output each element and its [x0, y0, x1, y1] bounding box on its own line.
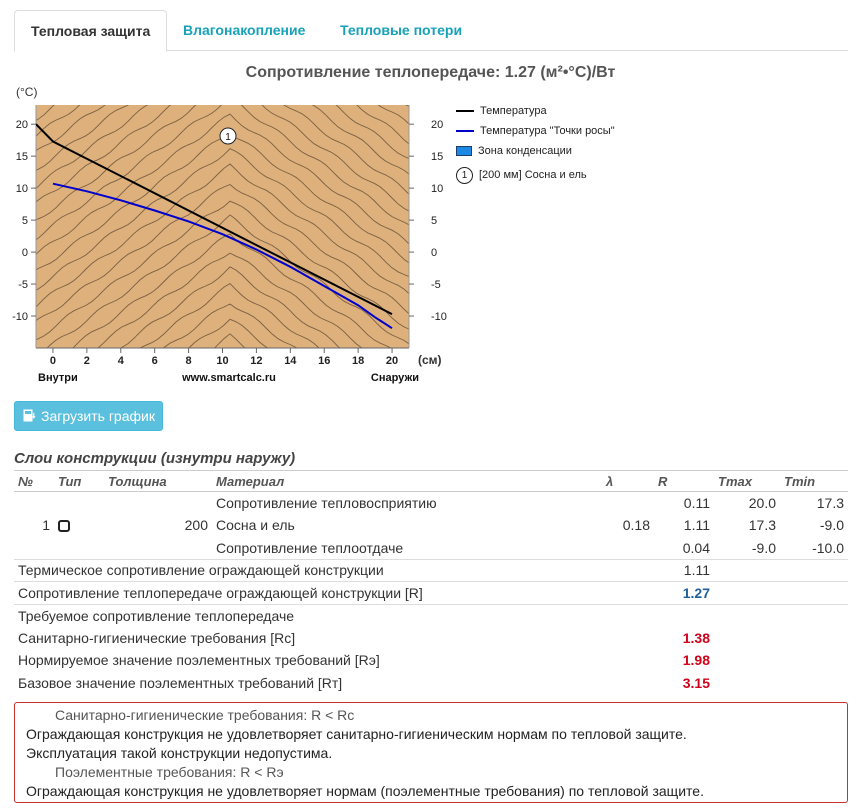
- alert-sanitary-condition: Санитарно-гигиенические требования: R < …: [55, 707, 355, 723]
- y-tick-label: 5: [22, 215, 28, 227]
- x-tick-label: 12: [250, 355, 262, 367]
- layer-number: 1: [42, 517, 50, 534]
- x-tick-label: 20: [386, 355, 398, 367]
- y-axis-unit: (°С): [16, 85, 37, 99]
- tab-bar: Тепловая защита Влагонакопление Тепловые…: [14, 10, 848, 52]
- chart-legend: Температура Температура "Точки росы" Зон…: [456, 101, 615, 185]
- y-tick-label-right: 10: [431, 183, 443, 195]
- x-tick-label: 4: [118, 355, 125, 367]
- y-tick-label: 0: [22, 247, 28, 259]
- material-cell: Сопротивление теплоотдаче: [216, 539, 404, 556]
- col-thickness: Толщина: [104, 470, 212, 492]
- x-tick-label: 10: [216, 355, 228, 367]
- col-type: Тип: [54, 470, 104, 492]
- tab-thermal-protection[interactable]: Тепловая защита: [14, 10, 168, 52]
- summary-row: Санитарно-гигиенические требования [Rc] …: [14, 627, 848, 650]
- layer-thickness: 200: [184, 517, 208, 534]
- legend-layer: 1 [200 мм] Сосна и ель: [456, 165, 615, 185]
- y-tick-label-right: 0: [431, 247, 437, 259]
- table-row: 1 200 Сосна и ель 0.18 1.11 17.3 -9.0: [14, 514, 848, 537]
- legend-condensation-zone: Зона конденсации: [456, 141, 615, 161]
- x-tick-label: 14: [284, 355, 297, 367]
- re-value: 1.98: [682, 652, 710, 669]
- x-tick-label: 16: [318, 355, 330, 367]
- y-tick-label: 10: [16, 183, 28, 195]
- y-tick-label-right: 15: [431, 151, 443, 163]
- col-tmax: Tmax: [714, 470, 780, 492]
- resistance-value: 1.27: [682, 584, 710, 601]
- summary-row: Базовое значение поэлементных требований…: [14, 672, 848, 695]
- material-cell: Сопротивление тепловосприятию: [216, 495, 437, 511]
- layers-table: № Тип Толщина Материал λ R Tmax Tmin Соп…: [14, 470, 848, 694]
- legend-temperature: Температура: [456, 101, 615, 121]
- y-tick-label: -5: [18, 279, 28, 291]
- table-row: Сопротивление теплоотдаче 0.04 -9.0 -10.…: [14, 537, 848, 560]
- legend-label: [200 мм] Сосна и ель: [479, 169, 587, 181]
- x-tick-label: 0: [50, 355, 56, 367]
- x-tick-label: 8: [186, 355, 192, 367]
- x-tick-label: 18: [352, 355, 364, 367]
- legend-label: Температура: [480, 105, 547, 117]
- y-tick-label-right: 5: [431, 215, 437, 227]
- legend-dew-point: Температура "Точки росы": [456, 121, 615, 141]
- summary-row: Нормируемое значение поэлементных требов…: [14, 649, 848, 672]
- x-axis-unit: (см): [418, 353, 442, 367]
- col-r: R: [654, 470, 714, 492]
- material-cell: Сосна и ель: [216, 517, 295, 534]
- layer-lambda: 0.18: [622, 517, 650, 534]
- download-chart-button[interactable]: Загрузить график: [14, 401, 163, 431]
- alert-element-condition: Поэлементные требования: R < Rэ: [55, 764, 284, 780]
- y-tick-label-right: -10: [431, 311, 447, 323]
- blue-box-swatch: [456, 146, 472, 156]
- layer-number-icon: 1: [456, 166, 473, 184]
- outside-label: Снаружи: [371, 372, 419, 384]
- alert-usage-message: Эксплуатация такой конструкции недопусти…: [26, 745, 333, 761]
- wood-grain-line: [26, 80, 416, 94]
- y-tick-label-right: -5: [431, 279, 441, 291]
- wood-grain-line: [26, 80, 416, 107]
- table-header: № Тип Толщина Материал λ R Tmax Tmin: [14, 470, 848, 492]
- table-row: Сопротивление тепловосприятию 0.11 20.0 …: [14, 492, 848, 515]
- inside-label: Внутри: [38, 372, 78, 384]
- black-line-swatch: [456, 110, 474, 112]
- y-tick-label: -10: [12, 311, 28, 323]
- legend-label: Температура "Точки росы": [480, 125, 615, 137]
- warning-alert: Санитарно-гигиенические требования: R < …: [14, 702, 848, 803]
- summary-row: Требуемое сопротивление теплопередаче: [14, 604, 848, 627]
- y-tick-label: 15: [16, 151, 28, 163]
- col-lambda: λ: [602, 470, 654, 492]
- wood-type-icon: [58, 520, 70, 533]
- layer-marker-number: 1: [225, 132, 231, 143]
- tab-heat-loss[interactable]: Тепловые потери: [324, 10, 478, 51]
- y-tick-label-right: 20: [431, 119, 443, 131]
- save-chart-icon: [23, 409, 36, 422]
- alert-sanitary-message: Ограждающая конструкция не удовлетворяет…: [26, 726, 687, 742]
- blue-line-swatch: [456, 130, 474, 132]
- tab-moisture-accumulation[interactable]: Влагонакопление: [167, 10, 321, 51]
- temperature-chart: 0 2 4 6 8 10 12 14 16 18 20 20 20 15 15 10 10 5 5 0 0 -5 -5 -10…: [12, 80, 447, 384]
- y-tick-label: 20: [16, 119, 28, 131]
- summary-row: Сопротивление теплопередаче ограждающей …: [14, 581, 848, 605]
- layer-type-cell: [54, 514, 104, 537]
- watermark-label: www.smartcalc.ru: [181, 372, 276, 384]
- col-tmin: Tmin: [780, 470, 848, 492]
- x-tick-label: 2: [84, 355, 90, 367]
- legend-label: Зона конденсации: [478, 145, 572, 157]
- layers-section-title: Слои конструкции (изнутри наружу): [14, 450, 296, 467]
- rt-value: 3.15: [682, 674, 710, 691]
- x-tick-label: 6: [152, 355, 158, 367]
- alert-element-message: Ограждающая конструкция не удовлетворяет…: [26, 783, 704, 799]
- col-number: №: [14, 470, 54, 492]
- summary-row: Термическое сопротивление ограждающей ко…: [14, 559, 848, 582]
- rc-value: 1.38: [682, 629, 710, 646]
- col-material: Материал: [212, 470, 602, 492]
- download-button-label: Загрузить график: [41, 408, 155, 424]
